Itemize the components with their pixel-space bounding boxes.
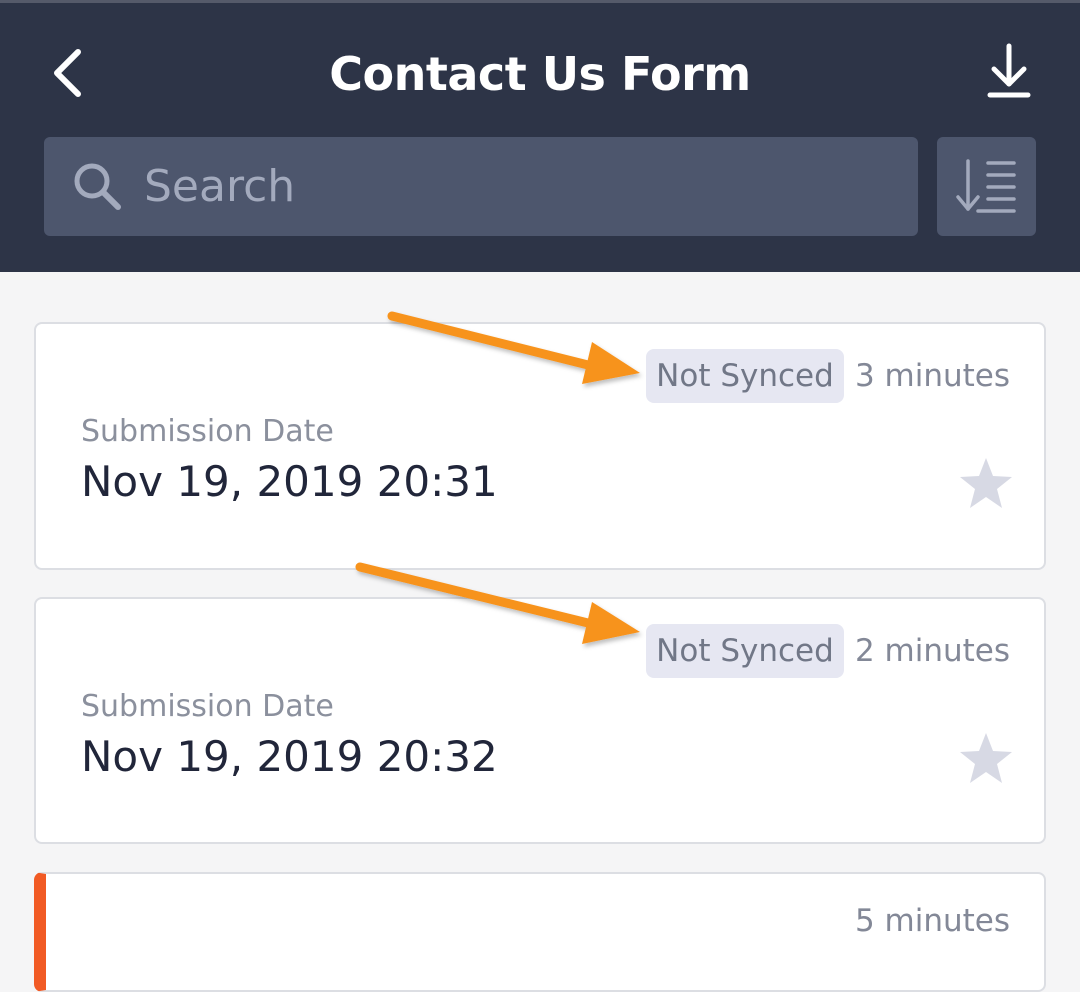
submission-date-value: Nov 19, 2019 20:32 [81, 732, 498, 781]
sort-list-icon [956, 159, 1016, 213]
submission-time-ago: 5 minutes [854, 903, 1010, 939]
star-icon[interactable] [958, 456, 1014, 512]
top-bar: Contact Us Form [0, 0, 1080, 272]
submission-card[interactable]: Not Synced 2 minutes Submission Date Nov… [34, 597, 1046, 844]
submission-date-label: Submission Date [81, 414, 334, 449]
submission-time-ago: 3 minutes [854, 358, 1010, 394]
star-icon[interactable] [958, 731, 1014, 787]
chevron-left-icon [54, 49, 81, 97]
back-button[interactable] [40, 38, 100, 108]
search-icon [74, 163, 121, 210]
sync-status-badge: Not Synced [646, 624, 844, 678]
submission-time-ago: 2 minutes [854, 633, 1010, 669]
page-title: Contact Us Form [329, 47, 751, 101]
submission-card[interactable]: Not Synced 3 minutes Submission Date Nov… [34, 322, 1046, 570]
search-input[interactable] [144, 137, 894, 236]
submission-card[interactable]: 5 minutes [34, 872, 1046, 992]
sync-status-badge: Not Synced [646, 349, 844, 403]
submission-date-value: Nov 19, 2019 20:31 [81, 457, 498, 506]
download-icon [987, 43, 1031, 98]
sort-button[interactable] [937, 137, 1036, 236]
download-button[interactable] [975, 38, 1045, 108]
submission-date-label: Submission Date [81, 689, 334, 724]
search-bar [44, 137, 918, 236]
